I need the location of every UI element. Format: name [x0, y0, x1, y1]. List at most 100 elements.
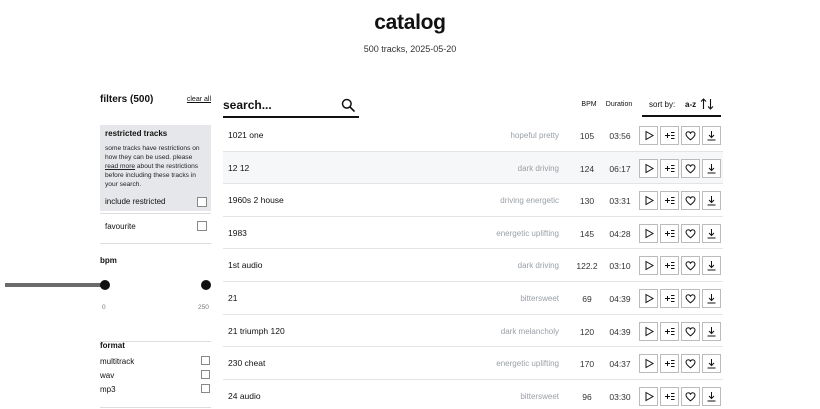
heart-icon: [685, 229, 696, 239]
track-name[interactable]: 12 12: [228, 163, 249, 173]
download-button[interactable]: [702, 386, 721, 406]
add-to-list-button[interactable]: [660, 191, 679, 211]
track-row[interactable]: 21 triumph 120 dark melancholy 120 04:39: [223, 315, 723, 348]
play-button[interactable]: [639, 191, 658, 211]
include-restricted-checkbox[interactable]: [197, 197, 207, 207]
bpm-slider-min-handle[interactable]: [100, 280, 110, 290]
track-row[interactable]: 230 cheat energetic uplifting 170 04:37: [223, 347, 723, 380]
add-to-list-button[interactable]: [660, 126, 679, 145]
track-tags: dark melancholy: [500, 326, 559, 336]
read-more-link[interactable]: read more: [105, 163, 135, 170]
bpm-section-title: bpm: [100, 256, 117, 265]
add-to-list-button[interactable]: [660, 386, 679, 406]
format-option-wav: wav: [100, 370, 211, 382]
bpm-slider-track[interactable]: [5, 283, 105, 287]
duration-column-header[interactable]: Duration: [602, 101, 636, 108]
favourite-button[interactable]: [681, 191, 700, 211]
track-name[interactable]: 24 audio: [228, 391, 261, 401]
track-name[interactable]: 21: [228, 293, 237, 303]
track-row[interactable]: 1983 energetic uplifting 145 04:28: [223, 217, 723, 250]
add-to-list-icon: [665, 132, 675, 139]
play-button[interactable]: [639, 126, 658, 145]
track-row[interactable]: 21 bittersweet 69 04:39: [223, 282, 723, 315]
favourite-button[interactable]: [681, 256, 700, 276]
track-row[interactable]: 12 12 dark driving 124 06:17: [223, 151, 723, 185]
track-name[interactable]: 1983: [228, 228, 247, 238]
favourite-button[interactable]: [681, 321, 700, 341]
track-row[interactable]: 1021 one hopeful pretty 105 03:56: [223, 119, 723, 152]
add-to-list-icon: [665, 360, 675, 368]
bpm-slider-max-handle[interactable]: [201, 280, 211, 290]
format-checkbox-mp3[interactable]: [201, 384, 210, 393]
favourite-button[interactable]: [681, 158, 700, 178]
favourite-button[interactable]: [681, 288, 700, 308]
track-bpm: 120: [579, 326, 595, 337]
page-title: catalog: [374, 11, 446, 34]
heart-icon: [685, 163, 696, 174]
play-button[interactable]: [639, 223, 658, 243]
add-to-list-button[interactable]: [660, 354, 679, 374]
divider: [100, 407, 211, 408]
add-to-list-icon: [665, 294, 675, 302]
format-checkbox-multitrack[interactable]: [201, 356, 210, 365]
track-row[interactable]: 1st audio dark driving 122.2 03:10: [223, 249, 723, 282]
play-button[interactable]: [639, 386, 658, 406]
filters-title: filters (500): [100, 94, 154, 105]
play-button[interactable]: [639, 321, 658, 341]
favourite-checkbox[interactable]: [197, 221, 207, 231]
download-button[interactable]: [702, 256, 721, 276]
download-button[interactable]: [702, 354, 721, 374]
download-button[interactable]: [702, 288, 721, 308]
download-button[interactable]: [702, 191, 721, 211]
heart-icon: [685, 261, 696, 271]
add-to-list-button[interactable]: [660, 158, 679, 178]
heart-icon: [685, 196, 696, 206]
track-row[interactable]: 24 audio bittersweet 96 03:30: [223, 380, 723, 409]
search-icon[interactable]: [341, 98, 355, 112]
track-tags: bittersweet: [520, 293, 559, 303]
format-checkbox-wav[interactable]: [201, 370, 210, 379]
sort-control[interactable]: sort by: a-z: [642, 95, 721, 117]
heart-icon: [685, 294, 696, 304]
sort-by-label: sort by:: [649, 100, 676, 109]
favourite-button[interactable]: [681, 354, 700, 374]
download-icon: [707, 359, 716, 369]
track-name[interactable]: 21 triumph 120: [228, 326, 285, 336]
add-to-list-button[interactable]: [660, 256, 679, 276]
favourite-button[interactable]: [681, 386, 700, 406]
sort-arrows-icon[interactable]: [700, 98, 714, 110]
track-duration: 04:39: [609, 326, 631, 337]
add-to-list-button[interactable]: [660, 223, 679, 243]
favourite-button[interactable]: [681, 126, 700, 145]
download-button[interactable]: [702, 126, 721, 145]
track-name[interactable]: 1021 one: [228, 130, 263, 140]
download-button[interactable]: [702, 158, 721, 178]
track-duration: 04:37: [609, 359, 631, 370]
play-icon: [645, 163, 654, 173]
filters-sidebar: filters (500) clear all restricted track…: [100, 93, 211, 408]
play-button[interactable]: [639, 256, 658, 276]
add-to-list-button[interactable]: [660, 288, 679, 308]
play-icon: [645, 228, 654, 239]
clear-all-link[interactable]: clear all: [187, 96, 211, 103]
track-list: 1021 one hopeful pretty 105 03:56 12 12 dark …: [223, 119, 723, 409]
add-to-list-icon: [665, 229, 675, 237]
restricted-description: some tracks have restrictions on how the…: [105, 144, 206, 189]
track-bpm: 105: [579, 131, 595, 141]
play-button[interactable]: [639, 354, 658, 374]
track-name[interactable]: 1960s 2 house: [228, 195, 284, 205]
download-icon: [707, 261, 716, 271]
play-button[interactable]: [639, 158, 658, 178]
track-duration: 04:39: [609, 293, 631, 304]
track-name[interactable]: 1st audio: [228, 260, 263, 270]
add-to-list-button[interactable]: [660, 321, 679, 341]
download-button[interactable]: [702, 321, 721, 341]
favourite-button[interactable]: [681, 223, 700, 243]
track-name[interactable]: 230 cheat: [228, 358, 265, 368]
track-row[interactable]: 1960s 2 house driving energetic 130 03:31: [223, 184, 723, 217]
play-icon: [645, 326, 654, 336]
download-button[interactable]: [702, 223, 721, 243]
bpm-column-header[interactable]: BPM: [578, 101, 600, 108]
play-button[interactable]: [639, 288, 658, 308]
search-input[interactable]: [223, 96, 333, 114]
